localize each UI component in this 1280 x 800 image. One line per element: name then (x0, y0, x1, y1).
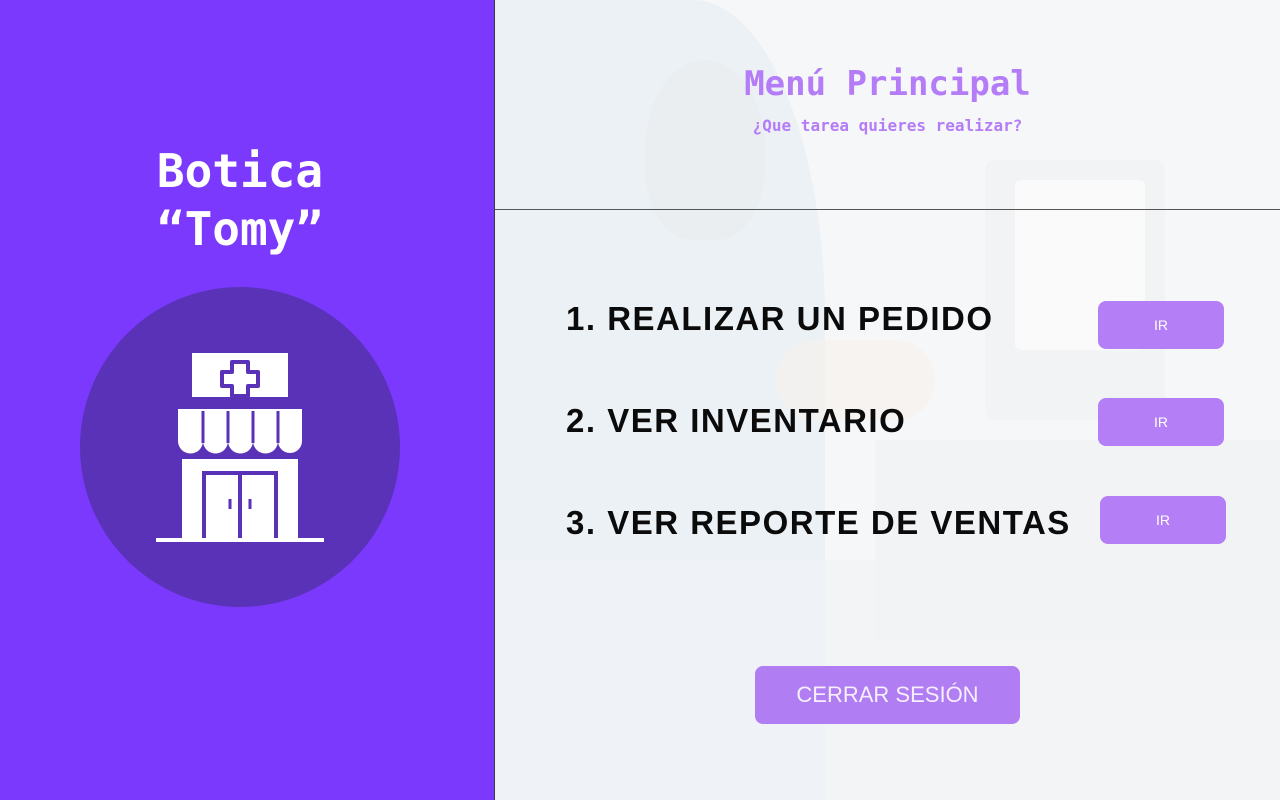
go-button-inventario[interactable]: IR (1098, 398, 1224, 446)
header-divider (495, 209, 1280, 210)
logout-button[interactable]: CERRAR SESIÓN (755, 666, 1020, 724)
brand-logo (80, 287, 400, 607)
go-button-reporte[interactable]: IR (1100, 496, 1226, 544)
option-label-reporte: 3. VER REPORTE DE VENTAS (566, 504, 1071, 541)
pharmacy-store-icon (156, 353, 324, 543)
brand-title-line1: Botica (156, 144, 324, 198)
brand-panel: Botica “Tomy” (0, 0, 494, 800)
option-label-inventario: 2. VER INVENTARIO (566, 402, 907, 439)
option-label-pedido: 1. REALIZAR UN PEDIDO (566, 300, 994, 337)
go-button-pedido[interactable]: IR (1098, 301, 1224, 349)
brand-title-line2: “Tomy” (156, 202, 324, 256)
page-title: Menú Principal (744, 64, 1031, 104)
brand-title: Botica “Tomy” (0, 142, 480, 258)
page-subtitle: ¿Que tarea quieres realizar? (752, 116, 1023, 135)
